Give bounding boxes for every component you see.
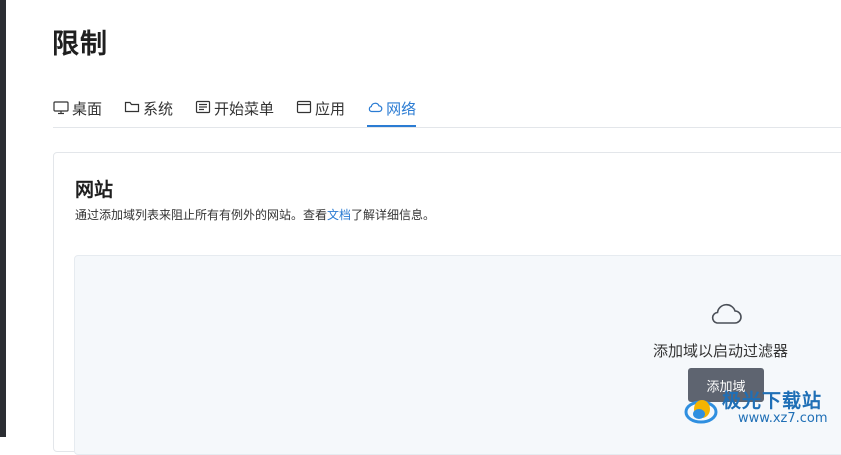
app-window-icon [296, 98, 312, 116]
tab-label: 应用 [315, 100, 346, 118]
websites-description: 通过添加域列表来阻止所有有例外的网站。查看文档了解详细信息。 [75, 206, 435, 223]
tab-label: 系统 [143, 100, 174, 118]
description-text: 通过添加域列表来阻止所有有例外的网站。查看 [75, 208, 328, 222]
restrictions-tabs: 桌面 系统 开始菜单 应用 网络 [53, 98, 841, 128]
tab-label: 网络 [386, 100, 417, 118]
window-left-edge [0, 0, 6, 437]
cloud-icon [708, 300, 744, 326]
tab-start-menu[interactable]: 开始菜单 [195, 98, 274, 127]
page-title: 限制 [52, 29, 108, 60]
tab-label: 桌面 [72, 100, 103, 118]
description-text-end: 了解详细信息。 [351, 208, 436, 222]
folder-icon [124, 98, 140, 116]
websites-title: 网站 [75, 179, 114, 201]
tab-system[interactable]: 系统 [124, 98, 173, 127]
tab-desktop[interactable]: 桌面 [53, 98, 102, 127]
tab-network[interactable]: 网络 [367, 98, 417, 127]
docs-link[interactable]: 文档 [327, 208, 351, 222]
empty-state-message: 添加域以启动过滤器 [653, 342, 789, 360]
monitor-icon [53, 98, 69, 116]
websites-card: 网站 通过添加域列表来阻止所有有例外的网站。查看文档了解详细信息。 添加域以启动… [53, 152, 841, 455]
add-domain-button[interactable]: 添加域 [688, 368, 764, 402]
tab-label: 开始菜单 [214, 100, 275, 118]
cloud-icon [367, 98, 383, 116]
domain-list-empty-state: 添加域以启动过滤器 添加域 [74, 255, 841, 455]
start-menu-icon [195, 98, 211, 116]
tab-apps[interactable]: 应用 [296, 98, 345, 127]
